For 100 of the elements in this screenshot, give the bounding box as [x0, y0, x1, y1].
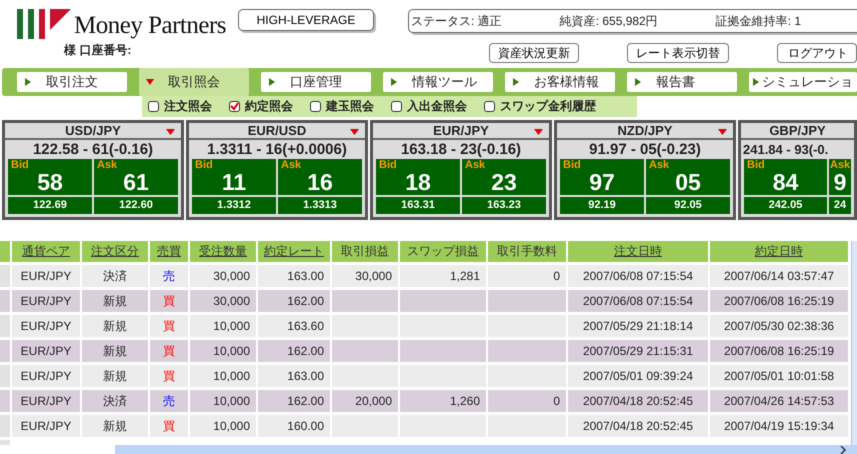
nav-tab[interactable]: 報告書: [627, 72, 737, 92]
bid-rate: 242.05: [744, 197, 827, 214]
ask-rate: 122.60: [94, 197, 178, 214]
subtab-option[interactable]: 建玉照会: [310, 98, 374, 115]
nav-tab[interactable]: 取引照会: [139, 68, 249, 96]
bid-box[interactable]: Bid 11: [192, 159, 276, 195]
bid-box[interactable]: Bid 97: [560, 159, 644, 195]
table-cell: 20,000: [332, 390, 398, 412]
column-header[interactable]: 注文日時: [568, 241, 708, 262]
subtab-option[interactable]: 注文照会: [148, 98, 212, 115]
table-cell: [0, 315, 10, 337]
table-cell: EUR/JPY: [12, 265, 80, 287]
ask-box[interactable]: Ask 9: [829, 159, 851, 195]
header-button[interactable]: ログアウト: [777, 43, 857, 63]
table-cell: 新規: [82, 315, 148, 337]
right-triangle-icon: [634, 78, 642, 86]
table-cell: [0, 290, 10, 312]
subtab-option[interactable]: 約定照会: [229, 98, 293, 115]
column-header[interactable]: 受注数量: [190, 241, 256, 262]
dropdown-icon[interactable]: [350, 129, 359, 135]
table-cell: 30,000: [190, 290, 256, 312]
ask-rate: 163.23: [462, 197, 546, 214]
nav-tab[interactable]: 取引注文: [17, 72, 127, 92]
header-button[interactable]: レート表示切替: [627, 43, 729, 63]
vertical-scrollbar[interactable]: [851, 241, 857, 445]
table-cell: 10,000: [190, 315, 256, 337]
bid-rate: 92.19: [560, 197, 644, 214]
table-cell: 買: [150, 365, 188, 387]
nav-tab[interactable]: お客様情報: [505, 72, 615, 92]
table-cell: 162.00: [258, 340, 330, 362]
ask-box[interactable]: Ask 16: [278, 159, 362, 195]
header-button[interactable]: 資産状況更新: [489, 43, 579, 63]
nav-tab[interactable]: 情報ツール: [383, 72, 493, 92]
table-cell: 163.60: [258, 315, 330, 337]
ask-box[interactable]: Ask 05: [646, 159, 730, 195]
quote-price: 241.84 - 93(-0.: [742, 141, 830, 159]
subtab-option[interactable]: スワップ金利履歴: [484, 98, 596, 115]
column-header: 取引損益: [332, 241, 398, 262]
table-cell: 163.00: [258, 365, 330, 387]
bid-rate: 163.31: [376, 197, 460, 214]
table-cell: 新規: [82, 290, 148, 312]
table-cell: 買: [150, 290, 188, 312]
table-cell: EUR/JPY: [12, 390, 80, 412]
column-header[interactable]: 注文区分: [82, 241, 148, 262]
table-cell: [0, 440, 10, 445]
bid-rate: 1.3312: [192, 197, 276, 214]
nav-tab[interactable]: シミュレーショ: [749, 72, 857, 92]
right-triangle-icon: [512, 78, 520, 86]
logo-text: Money Partners: [74, 12, 226, 40]
table-cell: 1,260: [400, 390, 486, 412]
checkbox[interactable]: [310, 101, 321, 112]
table-cell: EUR/JPY: [12, 315, 80, 337]
table-cell: 2007/04/18 20:52:45: [568, 415, 708, 437]
currency-pair: GBP/JPY: [769, 123, 826, 138]
table-cell: 10,000: [190, 390, 256, 412]
column-header[interactable]: 約定レート: [258, 241, 330, 262]
column-header[interactable]: 通貨ペア: [12, 241, 80, 262]
horizontal-scrollbar[interactable]: [115, 445, 857, 454]
table-cell: 30,000: [190, 265, 256, 287]
column-header[interactable]: 売買: [150, 241, 188, 262]
checkbox[interactable]: [484, 101, 495, 112]
table-cell: 0: [488, 390, 566, 412]
bid-box[interactable]: Bid 84: [744, 159, 827, 195]
dropdown-icon[interactable]: [166, 129, 175, 135]
quote-price: 91.97 - 05(-0.23): [588, 140, 702, 159]
table-cell: 160.00: [258, 415, 330, 437]
quote-price: 1.3311 - 16(+0.0006): [206, 140, 348, 159]
table-cell: 2007/06/08 16:25:19: [710, 290, 848, 312]
ask-rate: 1.3313: [278, 197, 362, 214]
status-text: ステータス: 適正: [411, 12, 502, 30]
bid-box[interactable]: Bid 18: [376, 159, 460, 195]
table-cell: 新規: [82, 365, 148, 387]
dropdown-icon[interactable]: [534, 129, 543, 135]
table-cell: 162.00: [258, 390, 330, 412]
subtab-option[interactable]: 入出金照会: [391, 98, 467, 115]
table-cell: 買: [150, 315, 188, 337]
table-cell: 2007/04/26 14:57:53: [710, 390, 848, 412]
table-cell: [332, 290, 398, 312]
checkbox[interactable]: [148, 101, 159, 112]
table-cell: 決済: [82, 390, 148, 412]
table-cell: 2007/06/08 16:25:19: [710, 340, 848, 362]
table-cell: 売: [150, 265, 188, 287]
table-cell: 買: [150, 340, 188, 362]
column-header[interactable]: 約定日時: [710, 241, 848, 262]
dropdown-icon[interactable]: [718, 129, 727, 135]
table-cell: 30,000: [332, 265, 398, 287]
ask-box[interactable]: Ask 23: [462, 159, 546, 195]
table-cell: 0: [488, 265, 566, 287]
table-cell: 10,000: [190, 365, 256, 387]
table-cell: 売: [150, 390, 188, 412]
checkbox[interactable]: [391, 101, 402, 112]
bid-box[interactable]: Bid 58: [8, 159, 92, 195]
table-cell: 2007/05/30 02:38:36: [710, 315, 848, 337]
currency-pair: USD/JPY: [65, 123, 121, 138]
nav-tab[interactable]: 口座管理: [261, 72, 371, 92]
table-cell: EUR/JPY: [12, 340, 80, 362]
ask-box[interactable]: Ask 61: [94, 159, 178, 195]
table-cell: 2007/05/01 10:01:58: [710, 365, 848, 387]
leverage-button[interactable]: HIGH-LEVERAGE: [238, 9, 374, 31]
checkbox[interactable]: [229, 101, 240, 112]
